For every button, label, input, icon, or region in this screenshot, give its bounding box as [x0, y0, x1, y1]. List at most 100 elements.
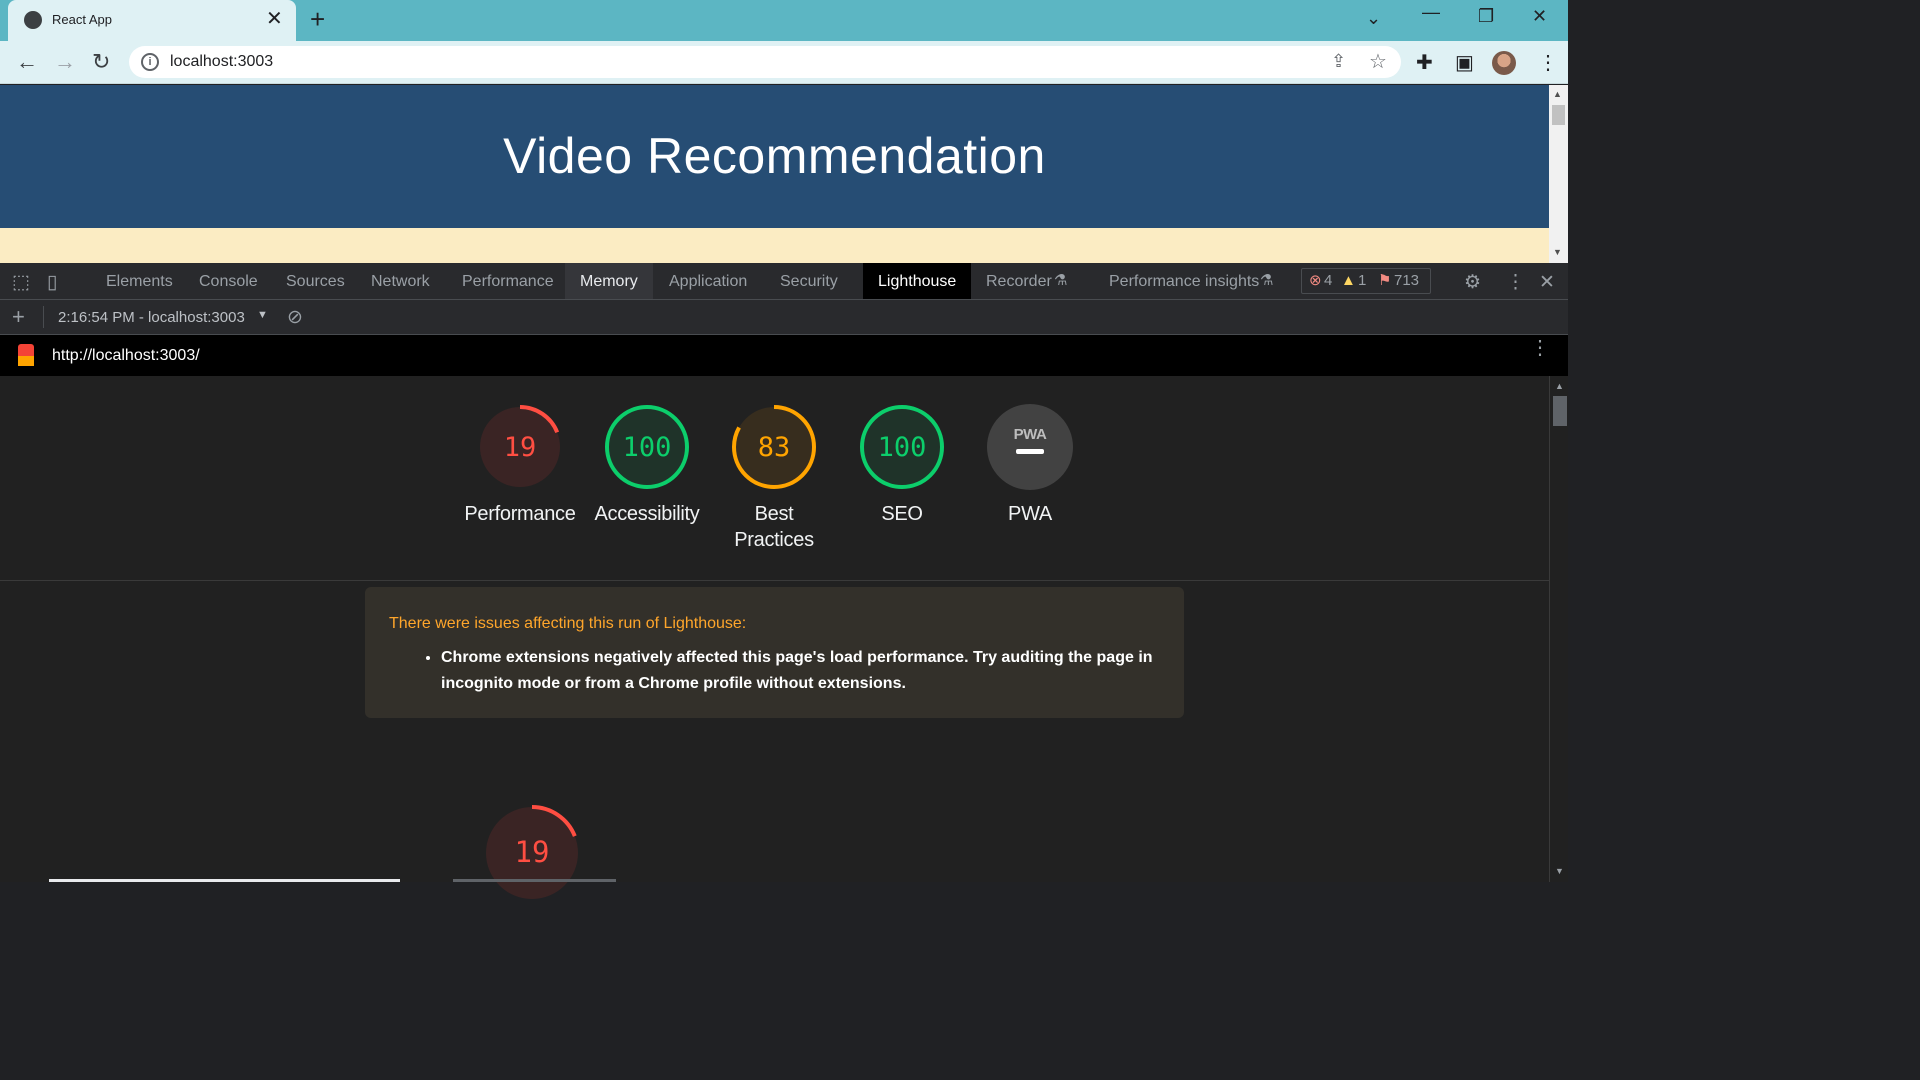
tab-lighthouse[interactable]: Lighthouse [863, 263, 972, 299]
experiment-flask-icon: ⚗ [1054, 272, 1068, 289]
performance-gauge-ring: 19 [478, 405, 562, 489]
report-menu-icon[interactable]: ⋮ [1530, 338, 1550, 358]
page-header: Video Recommendation [0, 85, 1549, 228]
pwa-badge-text: PWA [1014, 426, 1047, 443]
browser-tab[interactable]: React App ✕ [8, 0, 296, 41]
tab-title: React App [52, 12, 112, 27]
extensions-icon[interactable]: ✚ [1416, 50, 1433, 75]
warnings-title: There were issues affecting this run of … [389, 615, 747, 632]
run-warnings-box: There were issues affecting this run of … [365, 587, 1184, 718]
page-viewport: Video Recommendation [0, 85, 1549, 263]
devtools-menu-icon[interactable]: ⋮ [1506, 271, 1525, 294]
accessibility-score: 100 [623, 432, 672, 463]
seo-score: 100 [878, 432, 927, 463]
accessibility-gauge-ring: 100 [605, 405, 689, 489]
tab-search-icon[interactable]: ⌄ [1366, 8, 1381, 29]
tab-security[interactable]: Security [765, 263, 853, 299]
devtools-tab-bar: ⬚ ▯ Elements Console Sources Network Per… [0, 263, 1568, 300]
bookmark-star-icon[interactable]: ☆ [1369, 49, 1387, 74]
horizontal-scrollbar-track [453, 879, 616, 882]
issues-counter[interactable]: ⊗ 4 ▲ 1 ⚑ 713 [1301, 268, 1431, 294]
tab-application[interactable]: Application [654, 263, 762, 299]
close-devtools-icon[interactable]: ✕ [1539, 271, 1555, 294]
gauge-best-practices[interactable]: 83 Best Practices [709, 403, 839, 553]
gauge-pwa[interactable]: PWA PWA [965, 403, 1095, 527]
tab-network[interactable]: Network [356, 263, 445, 299]
seo-label: SEO [881, 503, 923, 525]
lighthouse-report: 19 Performance 100 Accessibility 83 Best… [0, 376, 1549, 901]
side-panel-icon[interactable]: ▣ [1455, 50, 1474, 75]
page-scrollbar[interactable]: ▲ ▼ [1549, 85, 1568, 263]
tab-elements[interactable]: Elements [91, 263, 188, 299]
share-icon[interactable]: ⇪ [1331, 51, 1346, 72]
tab-recorder[interactable]: Recorder [971, 263, 1067, 299]
issues-count: 713 [1394, 272, 1420, 289]
horizontal-scrollbar-thumb[interactable] [49, 879, 400, 882]
new-report-plus-icon[interactable]: + [12, 304, 25, 330]
profile-avatar[interactable] [1492, 51, 1516, 75]
experiment-flask-icon: ⚗ [1260, 272, 1274, 289]
pwa-label: PWA [1008, 503, 1052, 525]
warning-icon: ▲ [1341, 272, 1356, 289]
issues-flag-icon: ⚑ [1378, 272, 1392, 289]
address-bar[interactable]: i localhost:3003 ⇪ ☆ [129, 46, 1401, 78]
toolbar-divider [43, 306, 44, 328]
scroll-up-icon[interactable]: ▲ [1553, 89, 1562, 99]
inspect-element-icon[interactable]: ⬚ [12, 271, 30, 294]
section-divider [0, 580, 1549, 581]
gauge-accessibility[interactable]: 100 Accessibility [582, 403, 712, 527]
restore-icon[interactable]: ❐ [1478, 6, 1494, 27]
error-icon: ⊗ [1309, 272, 1322, 289]
close-tab-icon[interactable]: ✕ [266, 8, 283, 30]
browser-menu-icon[interactable]: ⋮ [1538, 50, 1558, 75]
tab-console[interactable]: Console [184, 263, 273, 299]
globe-icon [24, 11, 42, 29]
address-url[interactable]: localhost:3003 [170, 53, 273, 71]
scroll-up-icon[interactable]: ▲ [1555, 381, 1564, 391]
gauge-performance[interactable]: 19 Performance [455, 403, 585, 527]
report-url-bar: http://localhost:3003/ ⋮ [0, 335, 1568, 376]
gauge-seo[interactable]: 100 SEO [837, 403, 967, 527]
page-title: Video Recommendation [503, 128, 1046, 184]
pwa-badge-icon: PWA [987, 404, 1073, 490]
device-toolbar-icon[interactable]: ▯ [47, 271, 57, 294]
accessibility-label: Accessibility [594, 503, 700, 525]
warning-count: 1 [1358, 272, 1367, 289]
best-practices-label: Best Practices [734, 503, 814, 551]
lighthouse-toolbar: + 2:16:54 PM - localhost:3003 ▼ ⊘ [0, 300, 1568, 335]
forward-icon[interactable]: → [54, 50, 76, 74]
scroll-down-icon[interactable]: ▼ [1555, 866, 1564, 876]
site-info-icon[interactable]: i [141, 53, 159, 71]
minimize-icon[interactable]: — [1422, 2, 1440, 23]
new-tab-button[interactable]: + [310, 5, 325, 33]
report-url[interactable]: http://localhost:3003/ [52, 347, 200, 365]
tab-sources[interactable]: Sources [271, 263, 360, 299]
back-icon[interactable]: ← [16, 50, 38, 74]
tab-performance-insights[interactable]: Performance insights [1094, 263, 1274, 299]
tab-performance[interactable]: Performance [447, 263, 569, 299]
browser-toolbar: ← → ↻ i localhost:3003 ⇪ ☆ ✚ ▣ ⋮ [0, 41, 1568, 84]
best-practices-gauge-ring: 83 [732, 405, 816, 489]
report-selector[interactable]: 2:16:54 PM - localhost:3003 [58, 309, 245, 326]
dropdown-arrow-icon[interactable]: ▼ [257, 309, 268, 321]
settings-gear-icon[interactable]: ⚙ [1464, 271, 1481, 294]
lighthouse-logo-icon [18, 344, 34, 366]
best-practices-score: 83 [758, 432, 791, 463]
tab-memory[interactable]: Memory [565, 263, 653, 299]
browser-tab-strip: React App ✕ + ⌄ — ❐ ✕ [0, 0, 1568, 41]
scrollbar-thumb[interactable] [1552, 105, 1565, 125]
reload-icon[interactable]: ↻ [92, 50, 110, 74]
clear-reports-icon[interactable]: ⊘ [287, 306, 303, 329]
seo-gauge-ring: 100 [860, 405, 944, 489]
performance-score: 19 [504, 432, 537, 463]
scroll-down-icon[interactable]: ▼ [1553, 247, 1562, 257]
performance-section-gauge-ring: 19 [484, 805, 580, 901]
error-count: 4 [1324, 272, 1333, 289]
performance-section-gauge[interactable]: 19 [482, 803, 582, 908]
report-scrollbar-thumb[interactable] [1553, 396, 1567, 426]
performance-label: Performance [464, 503, 576, 525]
report-scrollbar[interactable]: ▲ ▼ [1549, 376, 1568, 882]
performance-section-score: 19 [515, 835, 550, 869]
close-window-icon[interactable]: ✕ [1532, 6, 1547, 27]
warning-item: Chrome extensions negatively affected th… [441, 645, 1161, 697]
